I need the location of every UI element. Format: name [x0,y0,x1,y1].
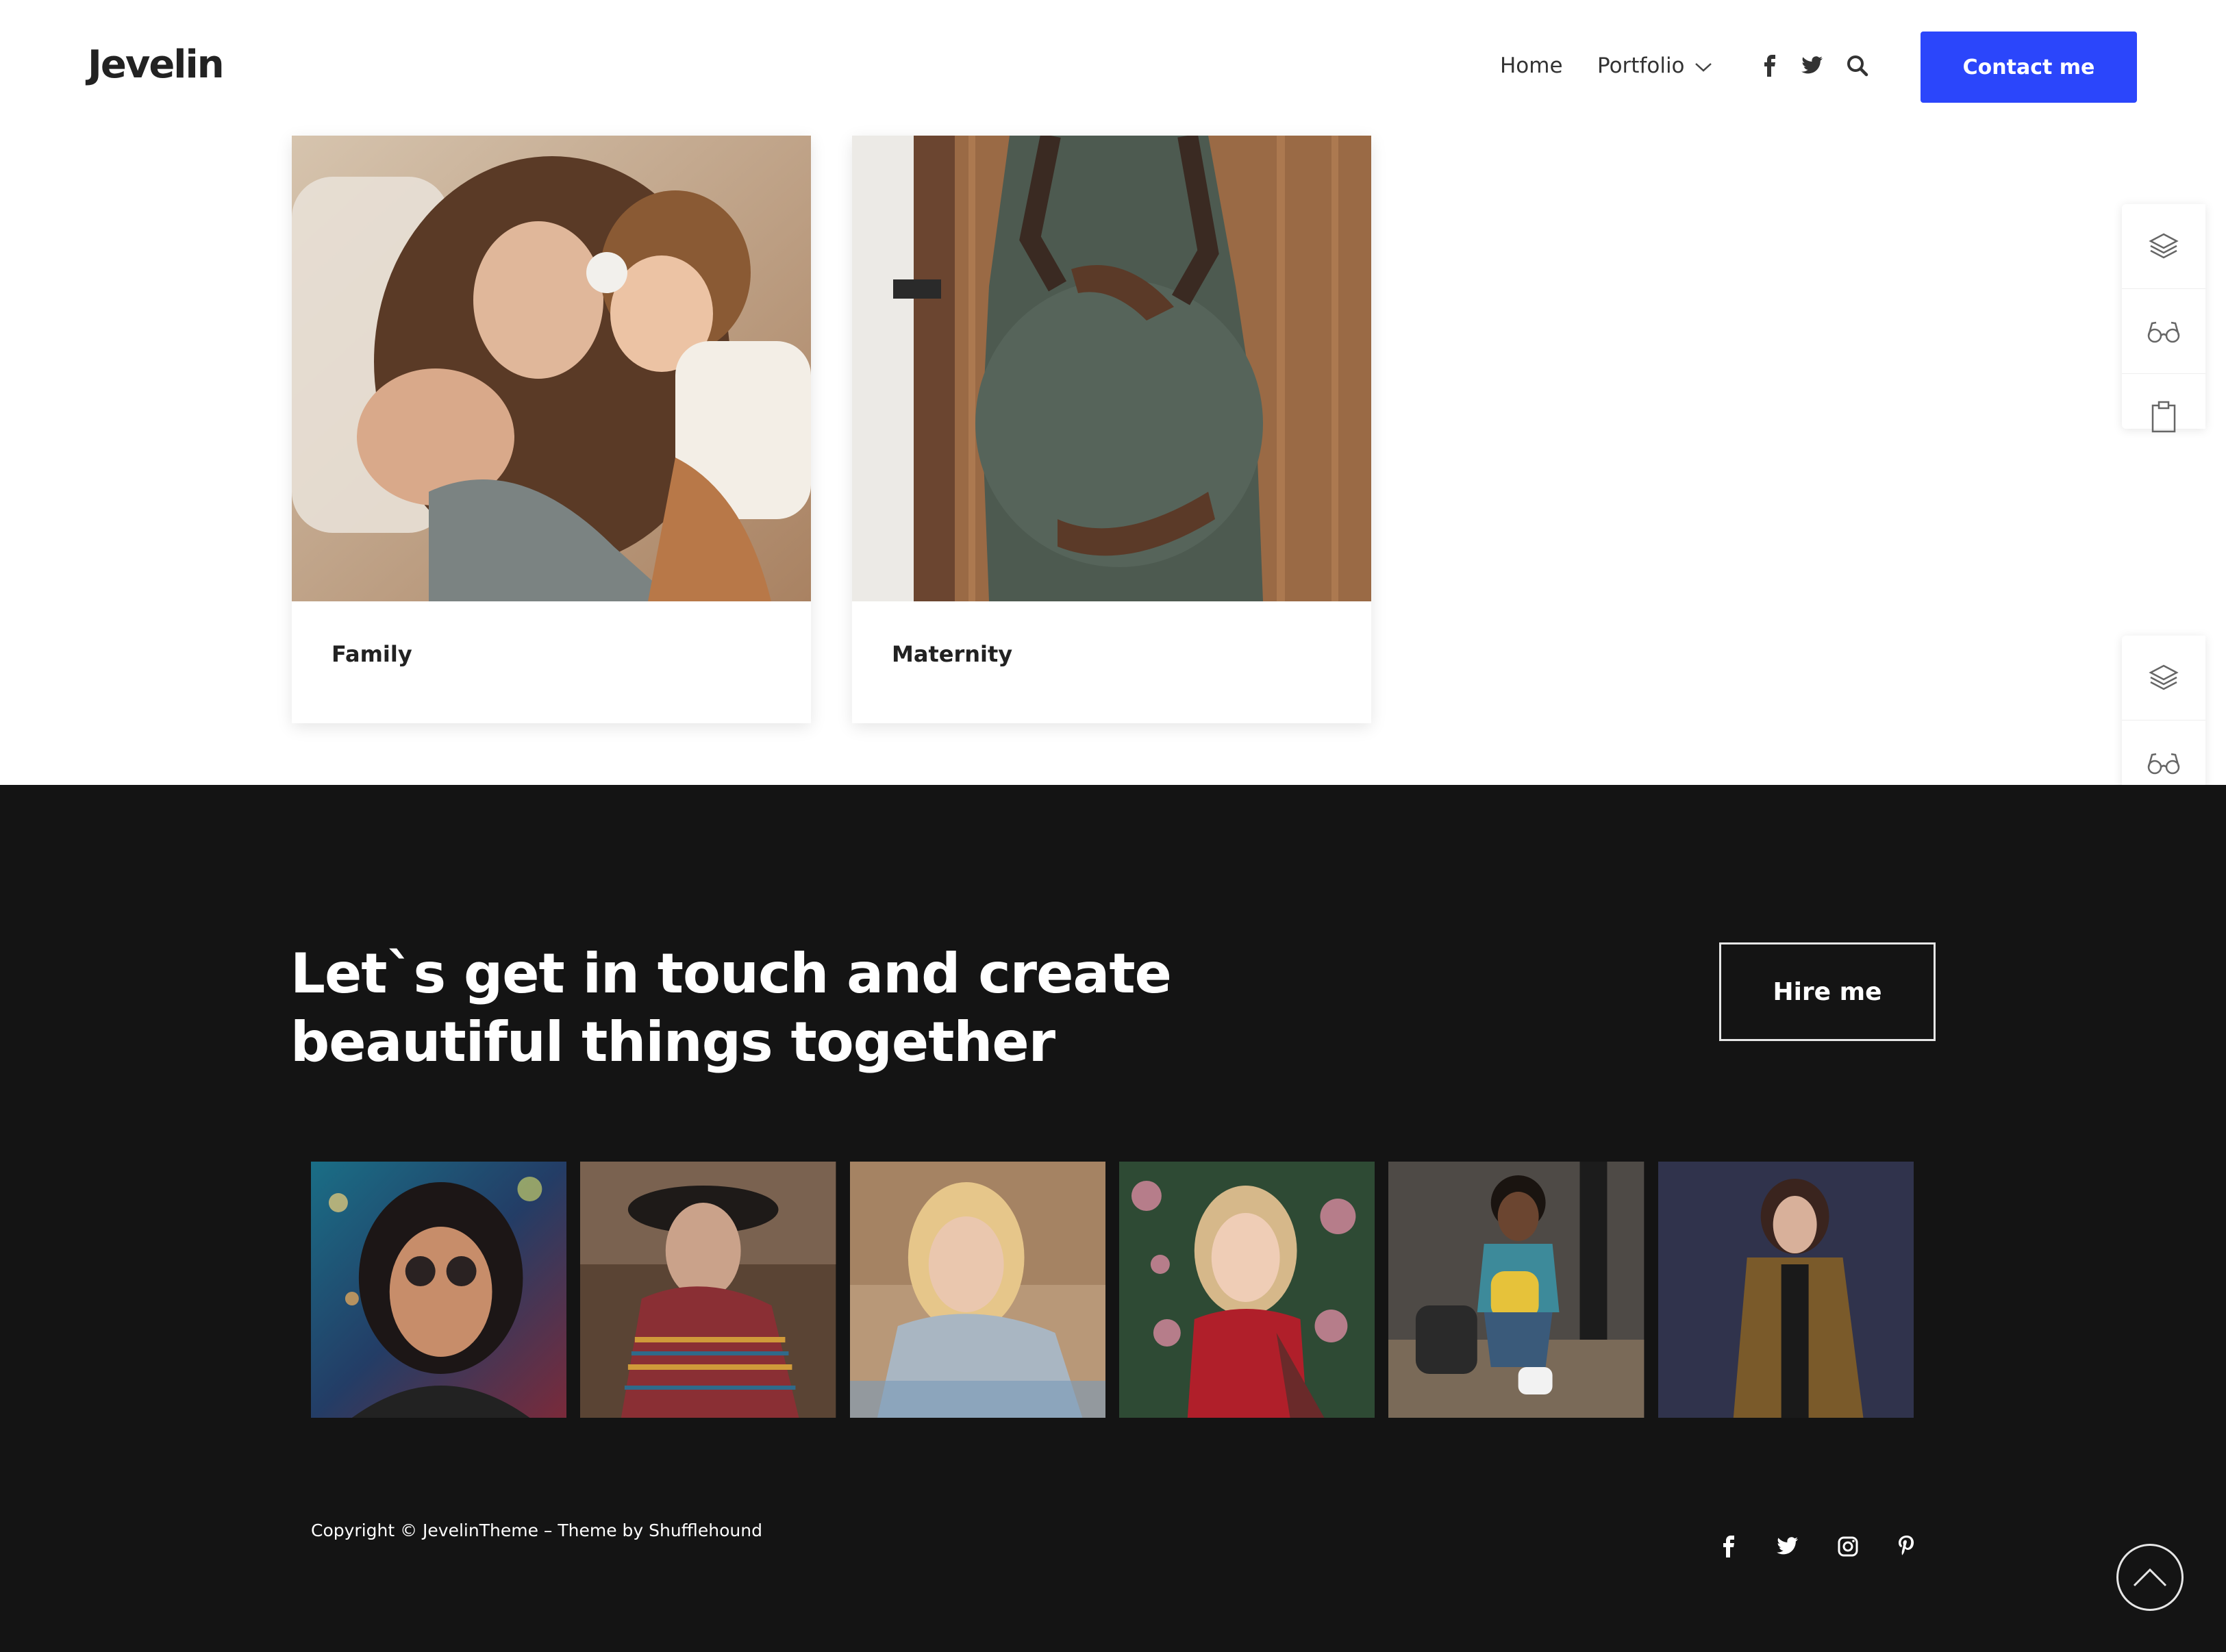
nav-portfolio[interactable]: Portfolio [1597,53,1712,78]
chevron-up-icon [2133,1568,2167,1587]
copyright-text: Copyright © JevelinTheme – Theme by Shuf… [311,1520,762,1540]
layers-icon[interactable] [2122,204,2205,289]
instagram-gallery [311,1162,1914,1418]
side-toolbar-top [2122,204,2205,433]
pinterest-icon[interactable] [1893,1533,1921,1560]
cta-heading: Let`s get in touch and create beautiful … [290,942,1172,1074]
twitter-icon[interactable] [1800,53,1825,78]
gallery-thumb[interactable] [1118,1162,1375,1418]
hire-me-button[interactable]: Hire me [1719,942,1936,1041]
contact-me-button[interactable]: Contact me [1921,32,2137,103]
chevron-down-icon [1694,53,1712,78]
card-title: Family [332,641,412,667]
twitter-icon[interactable] [1774,1533,1801,1560]
search-icon[interactable] [1845,53,1870,78]
nav-home[interactable]: Home [1500,53,1563,78]
gallery-thumb[interactable] [849,1162,1105,1418]
family-photo [292,136,811,601]
portfolio-card-family[interactable]: Family [292,136,811,723]
gallery-thumb[interactable] [1388,1162,1645,1418]
instagram-icon[interactable] [1834,1533,1862,1560]
gallery-thumb[interactable] [1658,1162,1914,1418]
site-header: Jevelin Home Portfolio Contact me [0,0,2226,136]
gallery-thumb[interactable] [580,1162,836,1418]
nav-portfolio-label: Portfolio [1597,53,1685,78]
portfolio-card-maternity[interactable]: Maternity [852,136,1371,723]
maternity-photo [852,136,1371,601]
facebook-icon[interactable] [1715,1533,1742,1560]
gallery-thumb[interactable] [311,1162,567,1418]
glasses-icon[interactable] [2122,289,2205,374]
layers-icon[interactable] [2122,636,2205,721]
facebook-icon[interactable] [1758,53,1782,78]
clipboard-icon[interactable] [2122,374,2205,459]
site-logo[interactable]: Jevelin [88,42,225,87]
card-title: Maternity [892,641,1013,667]
scroll-to-top-button[interactable] [2116,1544,2184,1611]
